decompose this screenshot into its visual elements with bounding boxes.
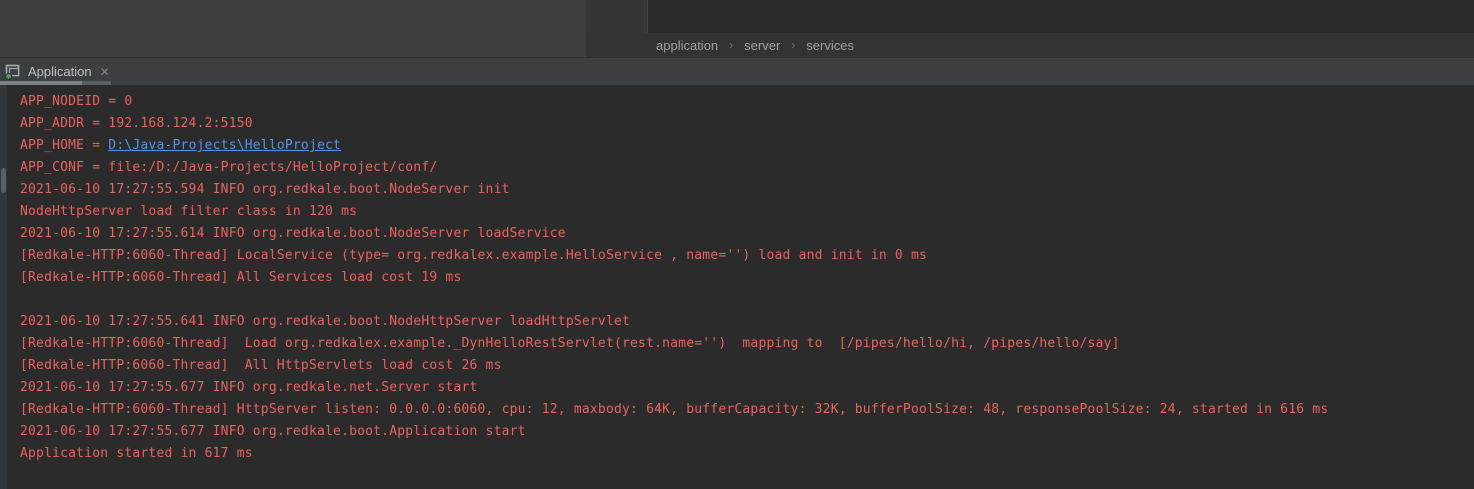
run-console-icon — [5, 63, 22, 80]
breadcrumb-item-server[interactable]: server — [742, 38, 782, 53]
breadcrumb-item-application[interactable]: application — [654, 38, 720, 53]
log-line: Application started in 617 ms — [20, 443, 1328, 465]
log-line: APP_NODEID = 0 — [20, 91, 1328, 113]
log-line: APP_HOME = D:\Java-Projects\HelloProject — [20, 135, 1328, 157]
console-gutter — [0, 85, 7, 489]
app-home-link[interactable]: D:\Java-Projects\HelloProject — [108, 138, 341, 153]
log-line: [Redkale-HTTP:6060-Thread] All HttpServl… — [20, 355, 1328, 377]
editor-divider — [647, 0, 648, 33]
tool-window-panel — [0, 0, 586, 57]
log-line: [Redkale-HTTP:6060-Thread] All Services … — [20, 267, 1328, 289]
editor-area: application › server › services — [586, 0, 1474, 57]
log-line: APP_CONF = file:/D:/Java-Projects/HelloP… — [20, 157, 1328, 179]
log-line: 2021-06-10 17:27:55.641 INFO org.redkale… — [20, 311, 1328, 333]
breadcrumb: application › server › services — [586, 33, 1474, 57]
log-line: NodeHttpServer load filter class in 120 … — [20, 201, 1328, 223]
log-line: APP_ADDR = 192.168.124.2:5150 — [20, 113, 1328, 135]
log-line: [Redkale-HTTP:6060-Thread] HttpServer li… — [20, 399, 1328, 421]
log-text: APP_HOME = — [20, 138, 108, 153]
ide-run-tool-window: application › server › services Application … — [0, 0, 1474, 489]
breadcrumb-separator-icon: › — [729, 38, 733, 52]
tab-application-label: Application — [28, 64, 92, 79]
editor-stub-panel — [586, 0, 647, 33]
breadcrumb-item-services[interactable]: services — [804, 38, 856, 53]
close-icon[interactable]: ✕ — [100, 66, 110, 78]
breadcrumb-separator-icon: › — [791, 38, 795, 52]
log-line: [Redkale-HTTP:6060-Thread] Load org.redk… — [20, 333, 1328, 355]
log-line — [20, 289, 1328, 311]
console-log: APP_NODEID = 0APP_ADDR = 192.168.124.2:5… — [7, 85, 1328, 489]
scrollbar-thumb[interactable] — [1, 168, 6, 193]
console-panel: APP_NODEID = 0APP_ADDR = 192.168.124.2:5… — [0, 85, 1474, 489]
log-line: 2021-06-10 17:27:55.614 INFO org.redkale… — [20, 223, 1328, 245]
log-line: [Redkale-HTTP:6060-Thread] LocalService … — [20, 245, 1328, 267]
run-tab-bar: Application ✕ — [0, 57, 1474, 85]
log-line: 2021-06-10 17:27:55.677 INFO org.redkale… — [20, 421, 1328, 443]
top-row: application › server › services — [0, 0, 1474, 57]
editor-strip — [586, 0, 1474, 33]
log-line: 2021-06-10 17:27:55.594 INFO org.redkale… — [20, 179, 1328, 201]
log-line: 2021-06-10 17:27:55.677 INFO org.redkale… — [20, 377, 1328, 399]
